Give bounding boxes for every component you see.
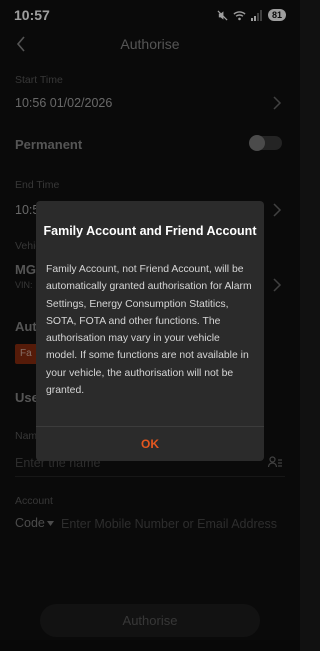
ok-button[interactable]: OK bbox=[36, 426, 264, 461]
dialog-title: Family Account and Friend Account bbox=[43, 224, 257, 238]
info-dialog: Family Account and Friend Account Family… bbox=[36, 201, 264, 461]
dialog-message: Family Account, not Friend Account, will… bbox=[46, 264, 252, 397]
